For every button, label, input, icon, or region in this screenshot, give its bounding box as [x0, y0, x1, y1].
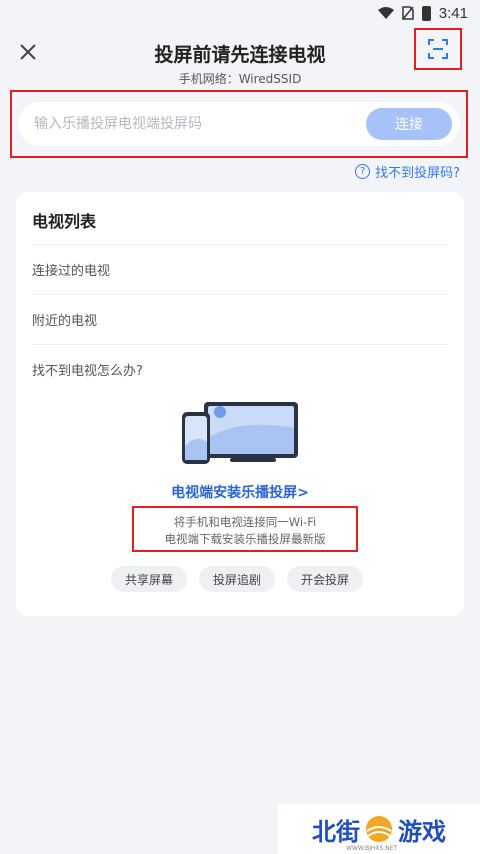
- cannot-find-code-label: 找不到投屏码?: [375, 166, 460, 181]
- connect-button[interactable]: 连接: [366, 108, 452, 140]
- tv-list-card: 电视列表 连接过的电视 附近的电视 找不到电视怎么办? 电视端安装乐播投屏> 将…: [16, 192, 464, 616]
- cannot-find-code-link[interactable]: ? 找不到投屏码?: [355, 162, 460, 181]
- question-icon: ?: [355, 164, 371, 179]
- row-nearby-tvs[interactable]: 附近的电视: [32, 294, 448, 344]
- row-cannot-find-tv[interactable]: 找不到电视怎么办?: [32, 344, 448, 394]
- status-time: 3:41: [438, 4, 468, 22]
- tips-highlight: 将手机和电视连接同一Wi-Fi 电视端下载安装乐播投屏最新版: [132, 506, 358, 552]
- watermark-sub: WWW.BJHXS.NET: [346, 845, 398, 852]
- install-tv-app-link[interactable]: 电视端安装乐播投屏>: [16, 482, 464, 502]
- status-bar: 3:41: [0, 0, 480, 26]
- cast-code-input[interactable]: [34, 116, 364, 132]
- scan-button[interactable]: [414, 28, 462, 70]
- watermark-logo: 北街 游戏 WWW.BJHXS.NET: [278, 804, 480, 854]
- tip-line-install: 电视端下载安装乐播投屏最新版: [164, 532, 326, 546]
- scan-icon: [428, 39, 448, 59]
- tv-list-title: 电视列表: [32, 212, 97, 231]
- scenario-chips: 共享屏幕 投屏追剧 开会投屏: [111, 566, 364, 592]
- wifi-icon: [377, 7, 394, 19]
- phone-tv-illustration: [182, 402, 298, 464]
- battery-icon: [421, 5, 431, 21]
- network-label: 手机网络：WiredSSID: [178, 72, 302, 86]
- code-input-box: 连接: [18, 102, 460, 146]
- watermark-sun-icon: [366, 816, 392, 842]
- tip-line-wifi: 将手机和电视连接同一Wi-Fi: [173, 515, 317, 529]
- chip-meeting-cast[interactable]: 开会投屏: [287, 566, 364, 592]
- chip-share-screen[interactable]: 共享屏幕: [111, 566, 188, 592]
- no-sim-icon: [402, 6, 414, 20]
- watermark-text-left: 北街: [312, 817, 360, 846]
- chip-cast-drama[interactable]: 投屏追剧: [199, 566, 276, 592]
- page-title: 投屏前请先连接电视: [154, 44, 326, 66]
- code-input-highlight: 连接: [10, 90, 468, 158]
- row-connected-tvs[interactable]: 连接过的电视: [32, 244, 448, 294]
- watermark-text-right: 游戏: [398, 817, 446, 846]
